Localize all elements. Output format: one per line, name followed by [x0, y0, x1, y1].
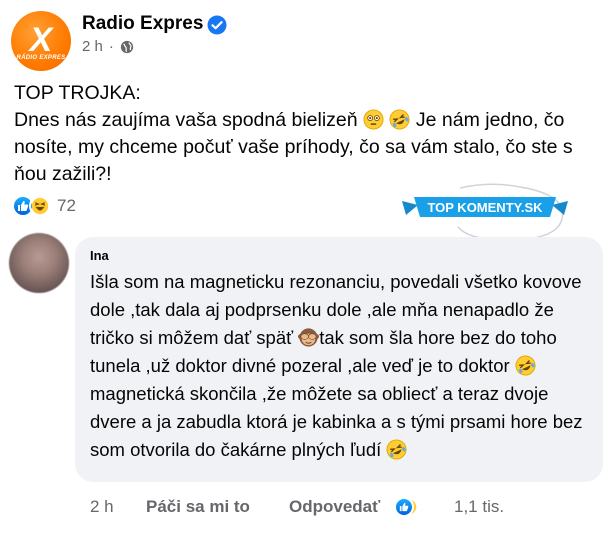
post-reaction-count[interactable]: 72: [57, 196, 76, 216]
post-reactions[interactable]: 72: [12, 195, 76, 217]
comment-text-part3: magnetická skončila ,že môžete sa obliec…: [90, 383, 583, 460]
rolling-on-floor-laughing-icon: [386, 439, 407, 460]
comment-text: Išla som na magneticku rezonanciu, poved…: [90, 268, 590, 464]
comment-reaction-count[interactable]: 1,1 tis.: [454, 497, 504, 517]
comment-reactions[interactable]: [394, 497, 419, 517]
verified-badge-icon: [207, 15, 227, 35]
page-avatar-subtitle: RÁDIO EXPRES: [16, 55, 66, 61]
page-name[interactable]: Radio Expres: [82, 13, 203, 35]
post-text: TOP TROJKA: Dnes nás zaujíma vaša spodná…: [14, 80, 599, 188]
comment-time[interactable]: 2 h: [90, 497, 114, 517]
page-avatar[interactable]: X RÁDIO EXPRES: [11, 11, 71, 71]
top-komenty-badge-text: TOP KOMENTY.SK: [427, 200, 543, 215]
post-time[interactable]: 2 h: [82, 38, 103, 55]
comment-bubble: Ina Išla som na magneticku rezonanciu, p…: [75, 237, 603, 482]
commenter-avatar[interactable]: [9, 233, 69, 293]
post-body-part1: Dnes nás zaujíma vaša spodná bielizeň: [14, 109, 364, 131]
post-title: TOP TROJKA:: [14, 82, 141, 104]
post-meta: 2 h ·: [82, 38, 134, 55]
rolling-on-floor-laughing-icon: [389, 109, 410, 130]
comment-like-button[interactable]: Páči sa mi to: [146, 497, 250, 517]
flushed-face-icon: [363, 109, 384, 130]
see-no-evil-monkey-icon: [298, 328, 320, 347]
comment-actions: 2 h Páči sa mi to Odpovedať 1,1 tis.: [90, 497, 610, 521]
globe-icon: [120, 40, 133, 53]
rolling-on-floor-laughing-icon: [515, 355, 536, 376]
page-avatar-letter: X: [29, 21, 53, 59]
like-reaction-icon: [394, 497, 414, 517]
comment-reply-button[interactable]: Odpovedať: [289, 497, 380, 517]
post-body: Dnes nás zaujíma vaša spodná bielizeň Je…: [14, 107, 599, 188]
comment-author[interactable]: Ina: [90, 248, 109, 263]
haha-reaction-icon: [29, 195, 51, 217]
